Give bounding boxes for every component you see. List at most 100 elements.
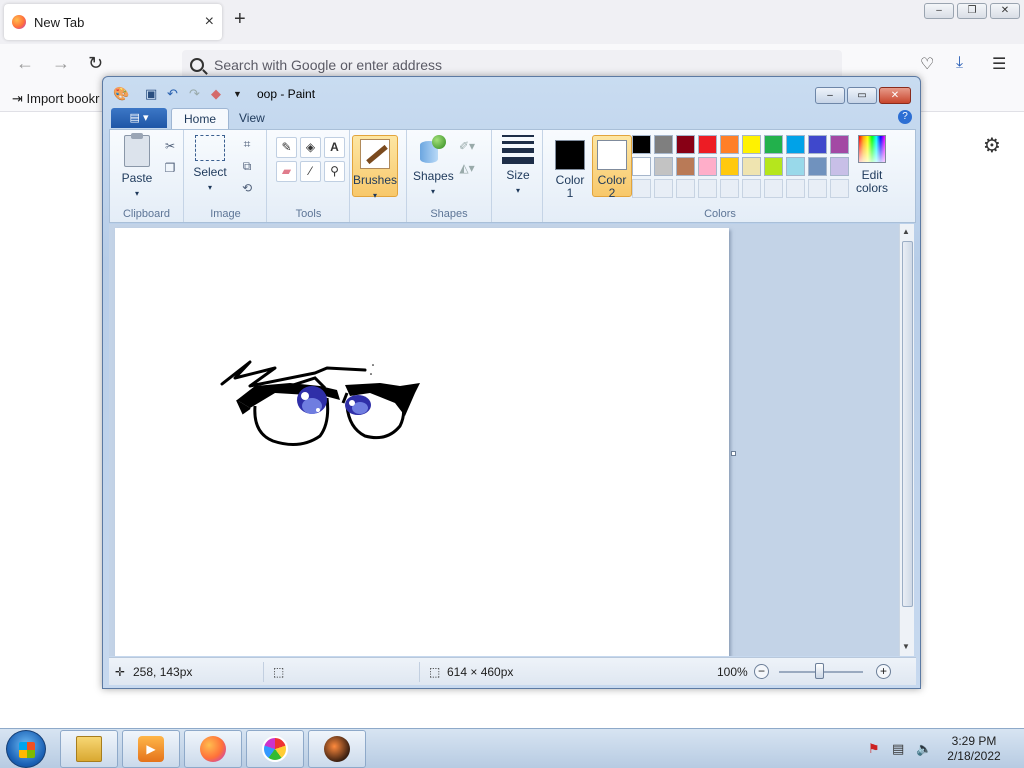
customize-toolbar-icon[interactable]: ▼ [233,89,242,99]
zoom-slider-thumb[interactable] [815,663,824,679]
color1-button[interactable]: Color 1 [550,135,590,200]
palette-swatch[interactable] [830,135,849,154]
tab-view[interactable]: View [227,108,277,129]
eraser-quick-icon[interactable]: ◆ [211,86,221,102]
palette-custom-slot[interactable] [720,179,739,198]
rotate-icon[interactable]: ⟲ [239,180,255,196]
pocket-icon[interactable]: ♡ [920,54,934,74]
palette-swatch[interactable] [742,157,761,176]
color1-label-1: Color [555,173,585,187]
palette-swatch[interactable] [786,157,805,176]
brushes-button[interactable]: Brushes ▾ [352,135,398,200]
paint-maximize-button[interactable]: ▭ [847,87,877,104]
scroll-up-icon[interactable]: ▲ [902,227,910,236]
edit-colors-button[interactable]: Edit colors [850,135,894,195]
fill-style-icon[interactable]: ◭▾ [459,160,475,176]
palette-swatch[interactable] [720,157,739,176]
magnifier-icon[interactable]: ⚲ [324,161,345,182]
palette-swatch[interactable] [720,135,739,154]
crop-icon[interactable]: ⌗ [239,136,255,152]
copy-icon[interactable]: ❐ [162,160,178,176]
scroll-thumb[interactable] [902,241,913,607]
palette-swatch[interactable] [632,157,651,176]
volume-icon[interactable]: 🔈 [916,741,932,757]
palette-swatch[interactable] [698,157,717,176]
select-button[interactable]: Select ▾ [193,135,227,193]
size-button[interactable]: Size ▾ [499,135,537,196]
outline-icon[interactable]: ✐▾ [459,138,475,154]
reload-icon[interactable]: ↻ [88,53,103,74]
forward-icon[interactable]: → [52,53,70,74]
tab-new-tab[interactable]: New Tab × [4,4,222,40]
pencil-icon[interactable]: ✎ [276,137,297,158]
palette-swatch[interactable] [632,135,651,154]
import-bookmarks-link[interactable]: ⇥ Import bookr [12,91,100,107]
taskbar-explorer[interactable] [60,730,118,768]
network-icon[interactable]: ▤ [892,741,904,757]
group-clipboard: Paste ▾ ✂ ❐ Clipboard [110,130,184,222]
palette-swatch[interactable] [676,157,695,176]
paint-minimize-button[interactable]: – [815,87,845,104]
scroll-down-icon[interactable]: ▼ [902,642,910,651]
taskbar-firefox[interactable] [184,730,242,768]
text-icon[interactable]: A [324,137,345,158]
paint-close-button[interactable]: ✕ [879,87,911,104]
palette-custom-slot[interactable] [632,179,651,198]
color2-button[interactable]: Color 2 [592,135,632,200]
minimize-button[interactable]: – [924,3,954,19]
close-button[interactable]: ✕ [990,3,1020,19]
palette-custom-slot[interactable] [654,179,673,198]
action-center-icon[interactable]: ⚑ [868,741,880,757]
help-icon[interactable]: ? [898,110,912,124]
palette-custom-slot[interactable] [808,179,827,198]
cut-icon[interactable]: ✂ [162,138,178,154]
canvas-resize-handle-right[interactable] [731,451,736,456]
palette-swatch[interactable] [698,135,717,154]
palette-swatch[interactable] [764,157,783,176]
taskbar-app[interactable] [308,730,366,768]
zoom-out-button[interactable]: − [754,664,769,679]
taskbar-media-player[interactable]: ▶ [122,730,180,768]
drawing-canvas[interactable] [115,228,729,656]
palette-custom-slot[interactable] [742,179,761,198]
zoom-in-button[interactable]: + [876,664,891,679]
menu-icon[interactable]: ☰ [992,54,1006,74]
gear-icon[interactable]: ⚙ [983,133,1001,158]
palette-custom-slot[interactable] [786,179,805,198]
palette-swatch[interactable] [764,135,783,154]
close-tab-icon[interactable]: × [205,13,214,31]
palette-swatch[interactable] [676,135,695,154]
color-picker-icon[interactable]: ⁄ [300,161,321,182]
save-icon[interactable]: ▣ [145,86,157,102]
eraser-icon[interactable]: ▰ [276,161,297,182]
paste-button[interactable]: Paste ▾ [120,133,154,199]
palette-custom-slot[interactable] [698,179,717,198]
new-tab-button[interactable]: + [234,8,246,31]
resize-icon[interactable]: ⧉ [239,158,255,174]
taskbar-paint[interactable] [246,730,304,768]
palette-custom-slot[interactable] [764,179,783,198]
shapes-button[interactable]: Shapes ▾ [413,135,454,197]
palette-swatch[interactable] [830,157,849,176]
undo-icon[interactable]: ↶ [167,86,178,102]
palette-custom-slot[interactable] [676,179,695,198]
file-menu-button[interactable]: ▤ ▾ [111,108,167,128]
fill-icon[interactable]: ◈ [300,137,321,158]
restore-button[interactable]: ❐ [957,3,987,19]
palette-swatch[interactable] [654,135,673,154]
taskbar-clock[interactable]: 3:29 PM 2/18/2022 [944,734,1004,764]
palette-swatch[interactable] [808,157,827,176]
palette-swatch[interactable] [654,157,673,176]
select-icon [195,135,225,161]
palette-swatch[interactable] [808,135,827,154]
back-icon[interactable]: ← [16,53,34,74]
downloads-icon[interactable]: ⤓ [956,54,963,72]
vertical-scrollbar[interactable]: ▲ ▼ [899,224,914,656]
paint-taskbar-icon [262,736,288,762]
palette-swatch[interactable] [786,135,805,154]
palette-custom-slot[interactable] [830,179,849,198]
palette-swatch[interactable] [742,135,761,154]
tab-home[interactable]: Home [171,108,230,129]
redo-icon[interactable]: ↷ [189,86,200,102]
start-button[interactable] [6,730,46,768]
